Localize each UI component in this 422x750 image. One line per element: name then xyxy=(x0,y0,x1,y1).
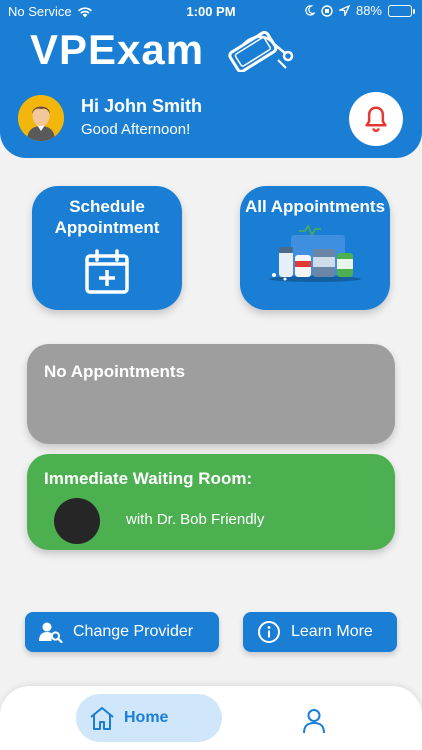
bottom-navigation: Home xyxy=(0,686,422,750)
appointments-card-title: No Appointments xyxy=(44,362,186,381)
medicine-bottles-icon xyxy=(269,224,361,282)
nav-home-label: Home xyxy=(124,709,169,726)
waiting-room-card[interactable]: Immediate Waiting Room: with Dr. Bob Fri… xyxy=(27,454,395,550)
all-appointments-label: All Appointments xyxy=(244,197,386,216)
moon-icon xyxy=(305,5,315,16)
user-avatar-icon xyxy=(18,95,64,141)
bell-icon xyxy=(365,106,387,133)
learn-more-button[interactable]: Learn More xyxy=(243,612,397,652)
battery-percent: 88% xyxy=(355,3,382,18)
app-header: No Service 1:00 PM 88% VPExam Hi John Sm… xyxy=(0,0,422,158)
stethoscope-phone-logo-icon xyxy=(228,30,294,72)
change-provider-label: Change Provider xyxy=(73,623,194,640)
avatar[interactable] xyxy=(18,95,64,141)
status-right: 88% xyxy=(304,3,415,18)
nav-profile-tab[interactable] xyxy=(302,708,326,739)
calendar-add-icon xyxy=(85,249,129,294)
learn-more-label: Learn More xyxy=(291,623,373,640)
greeting-name: Hi John Smith xyxy=(81,96,202,116)
doctor-name: with Dr. Bob Friendly xyxy=(126,511,265,528)
nav-home-tab[interactable]: Home xyxy=(76,694,222,742)
waiting-room-title: Immediate Waiting Room: xyxy=(44,469,253,488)
user-search-icon xyxy=(39,622,63,643)
schedule-appointment-label: Schedule Appointment xyxy=(54,197,160,237)
schedule-appointment-button[interactable]: Schedule Appointment xyxy=(32,186,182,310)
doctor-avatar xyxy=(54,498,100,544)
location-icon xyxy=(338,5,350,16)
app-title: VPExam xyxy=(30,26,205,73)
greeting-subtitle: Good Afternoon! xyxy=(81,121,191,138)
person-icon xyxy=(303,709,325,734)
battery-icon xyxy=(388,4,415,17)
change-provider-button[interactable]: Change Provider xyxy=(25,612,219,652)
appointments-card[interactable]: No Appointments xyxy=(27,344,395,444)
orientation-lock-icon xyxy=(321,4,333,17)
notifications-button[interactable] xyxy=(349,92,403,146)
info-icon xyxy=(258,621,280,643)
all-appointments-button[interactable]: All Appointments xyxy=(240,186,390,310)
home-icon xyxy=(90,707,114,730)
status-bar: No Service 1:00 PM 88% xyxy=(0,0,422,24)
